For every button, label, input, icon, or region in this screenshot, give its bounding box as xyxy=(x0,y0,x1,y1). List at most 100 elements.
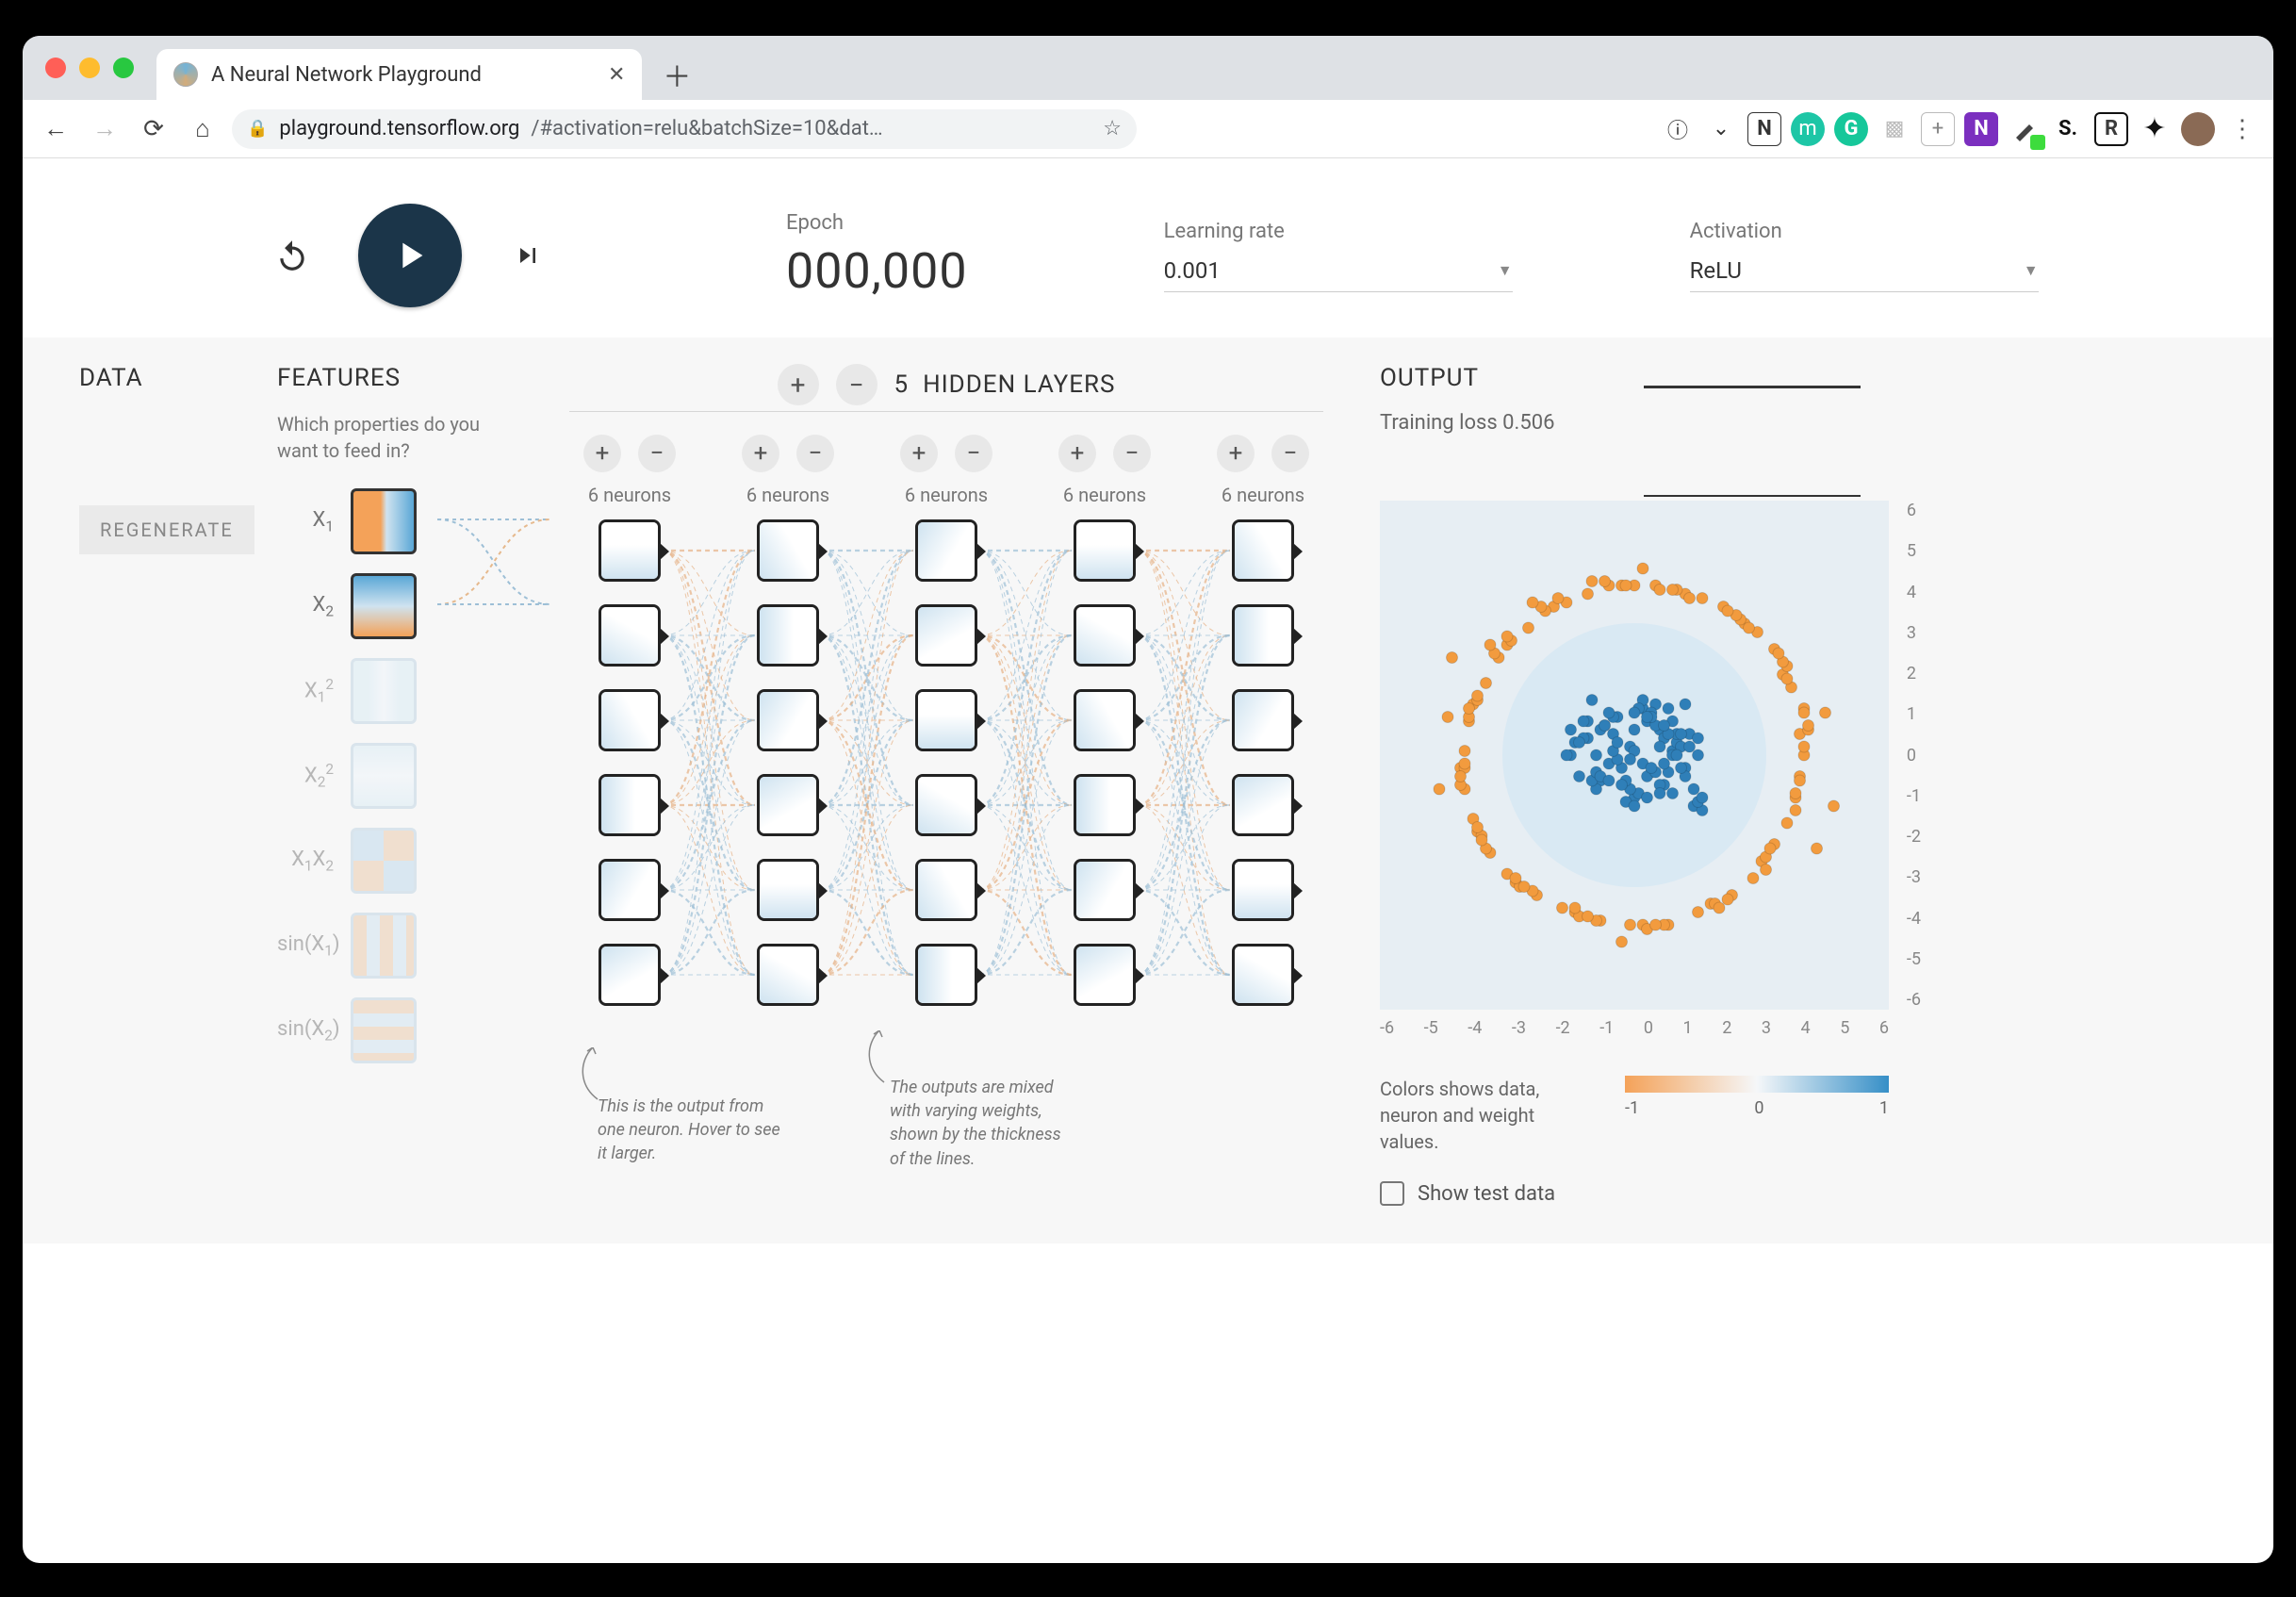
neuron-node[interactable] xyxy=(1232,944,1294,1006)
colorbar-max: 1 xyxy=(1879,1098,1889,1118)
extension-info-icon[interactable]: ⓘ xyxy=(1661,112,1695,146)
activation-value: ReLU xyxy=(1690,257,1742,284)
learning-rate-select[interactable]: 0.001 ▼ xyxy=(1164,251,1513,292)
neuron-node[interactable] xyxy=(1074,944,1136,1006)
close-window-icon[interactable] xyxy=(45,58,66,78)
extension-notion-icon[interactable]: N xyxy=(1747,112,1781,146)
extension-onenote-icon[interactable]: N xyxy=(1964,112,1998,146)
neuron-node[interactable] xyxy=(1074,859,1136,921)
output-scatter-plot[interactable]: 6543210-1-2-3-4-5-6 -6-5-4-3-2-10123456 xyxy=(1380,501,1889,1010)
neuron-node[interactable] xyxy=(599,689,661,751)
neuron-node[interactable] xyxy=(1074,689,1136,751)
extension-r-icon[interactable]: R xyxy=(2094,112,2128,146)
neuron-node[interactable] xyxy=(1074,604,1136,667)
epoch-label: Epoch xyxy=(786,211,968,235)
activation-select[interactable]: ReLU ▼ xyxy=(1690,251,2039,292)
star-icon[interactable]: ☆ xyxy=(1103,117,1122,140)
feature-toggle[interactable] xyxy=(351,828,417,894)
reset-button[interactable] xyxy=(268,231,317,280)
remove-neuron-button[interactable]: − xyxy=(955,435,992,472)
remove-neuron-button[interactable]: − xyxy=(1113,435,1151,472)
neuron-node[interactable] xyxy=(1232,604,1294,667)
callout-weights: The outputs are mixed with varying weigh… xyxy=(890,1076,1078,1171)
feature-toggle[interactable] xyxy=(351,658,417,724)
neuron-node[interactable] xyxy=(1232,519,1294,582)
neuron-node[interactable] xyxy=(757,689,819,751)
add-layer-button[interactable]: + xyxy=(778,364,819,405)
layer-neuron-count: 6 neurons xyxy=(746,484,829,506)
extension-grid-icon[interactable]: ▩ xyxy=(1878,112,1911,146)
extension-grammarly-icon[interactable]: G xyxy=(1834,112,1868,146)
maximize-window-icon[interactable] xyxy=(113,58,134,78)
address-bar[interactable]: 🔒 playground.tensorflow.org/#activation=… xyxy=(232,109,1137,149)
neuron-node[interactable] xyxy=(1232,689,1294,751)
chrome-menu-icon[interactable]: ⋮ xyxy=(2224,115,2260,143)
minimize-window-icon[interactable] xyxy=(79,58,100,78)
neuron-node[interactable] xyxy=(1074,519,1136,582)
show-test-data-checkbox[interactable] xyxy=(1380,1181,1404,1206)
add-neuron-button[interactable]: + xyxy=(900,435,938,472)
regenerate-button[interactable]: REGENERATE xyxy=(79,505,254,554)
back-button[interactable]: ← xyxy=(36,109,75,149)
neuron-node[interactable] xyxy=(757,774,819,836)
neuron-node[interactable] xyxy=(599,519,661,582)
browser-window: A Neural Network Playground ✕ ＋ ← → ⟳ ⌂ … xyxy=(23,36,2273,1563)
feature-toggle[interactable] xyxy=(351,913,417,979)
remove-neuron-button[interactable]: − xyxy=(638,435,676,472)
remove-neuron-button[interactable]: − xyxy=(796,435,834,472)
feature-toggle[interactable] xyxy=(351,573,417,639)
home-button[interactable]: ⌂ xyxy=(183,109,222,149)
neuron-node[interactable] xyxy=(915,604,977,667)
feature-toggle[interactable] xyxy=(351,997,417,1063)
remove-neuron-button[interactable]: − xyxy=(1271,435,1309,472)
feature-row: X12 xyxy=(277,658,532,724)
add-neuron-button[interactable]: + xyxy=(583,435,621,472)
learning-rate-value: 0.001 xyxy=(1164,257,1221,284)
neuron-node[interactable] xyxy=(599,944,661,1006)
extension-s-icon[interactable]: S. xyxy=(2051,112,2085,146)
neuron-node[interactable] xyxy=(915,689,977,751)
new-tab-button[interactable]: ＋ xyxy=(657,55,697,94)
neuron-node[interactable] xyxy=(757,604,819,667)
layer-controls: +− xyxy=(1058,435,1151,472)
remove-layer-button[interactable]: − xyxy=(836,364,877,405)
extension-m-icon[interactable]: m xyxy=(1791,112,1825,146)
chevron-down-icon: ▼ xyxy=(1498,261,1513,280)
neuron-node[interactable] xyxy=(1074,774,1136,836)
neuron-node[interactable] xyxy=(915,859,977,921)
neuron-node[interactable] xyxy=(757,519,819,582)
neuron-node[interactable] xyxy=(1232,774,1294,836)
feature-toggle[interactable] xyxy=(351,488,417,554)
reload-button[interactable]: ⟳ xyxy=(134,109,173,149)
add-neuron-button[interactable]: + xyxy=(742,435,779,472)
add-neuron-button[interactable]: + xyxy=(1058,435,1096,472)
activation-label: Activation xyxy=(1690,220,2039,243)
neuron-node[interactable] xyxy=(1232,859,1294,921)
neuron-node[interactable] xyxy=(915,944,977,1006)
extension-colorpicker-icon[interactable] xyxy=(2008,112,2042,146)
neuron-node[interactable] xyxy=(757,859,819,921)
neuron-node[interactable] xyxy=(599,604,661,667)
step-button[interactable] xyxy=(503,231,552,280)
extension-plus-icon[interactable]: + xyxy=(1921,112,1955,146)
add-neuron-button[interactable]: + xyxy=(1217,435,1255,472)
play-button[interactable] xyxy=(358,204,462,307)
feature-label: X2 xyxy=(277,593,334,619)
extensions-puzzle-icon[interactable]: ✦ xyxy=(2138,112,2172,146)
neuron-node[interactable] xyxy=(757,944,819,1006)
feature-toggle[interactable] xyxy=(351,743,417,809)
extension-pocket-icon[interactable]: ⌄ xyxy=(1704,112,1738,146)
neuron-node[interactable] xyxy=(915,774,977,836)
epoch-value: 000,000 xyxy=(786,242,968,300)
feature-row: X1X2 xyxy=(277,828,532,894)
neuron-node[interactable] xyxy=(599,774,661,836)
forward-button[interactable]: → xyxy=(85,109,124,149)
profile-avatar[interactable] xyxy=(2181,112,2215,146)
feature-row: sin(X1) xyxy=(277,913,532,979)
neuron-node[interactable] xyxy=(915,519,977,582)
tab-close-icon[interactable]: ✕ xyxy=(608,63,625,87)
feature-label: X22 xyxy=(277,761,334,791)
neuron-node[interactable] xyxy=(599,859,661,921)
tab-playground[interactable]: A Neural Network Playground ✕ xyxy=(156,49,642,100)
layer-controls: +− xyxy=(583,435,676,472)
